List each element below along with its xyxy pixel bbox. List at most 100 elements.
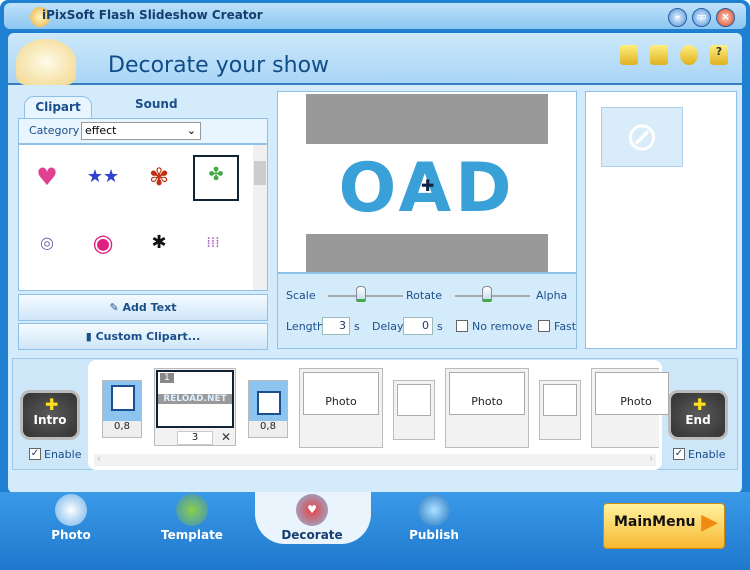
slide-duration[interactable]: 3 <box>177 431 213 445</box>
rotate-slider[interactable] <box>455 295 530 297</box>
transition-1-duration: 0,8 <box>103 421 141 437</box>
photo-placeholder[interactable]: Photo <box>299 368 383 448</box>
transition-2-duration: 0,8 <box>249 421 287 437</box>
add-text-label: Add Text <box>122 301 177 314</box>
photo-placeholder[interactable]: Photo <box>591 368 669 448</box>
length-input[interactable]: 3 <box>322 317 350 335</box>
tab-clipart[interactable]: Clipart <box>24 96 92 118</box>
category-select[interactable]: effect ⌄ <box>81 122 201 140</box>
transition-1[interactable]: 0,8 <box>102 380 142 438</box>
clipart-ant[interactable]: ✱ <box>141 225 177 261</box>
save-icon[interactable] <box>650 45 668 65</box>
delay-label: Delay <box>372 320 404 333</box>
flower-logo-icon <box>16 39 76 85</box>
clipart-confetti[interactable]: ✤ <box>193 155 239 201</box>
clipart-scrollbar[interactable] <box>253 145 267 290</box>
clipart-lips[interactable]: ◉ <box>85 225 121 261</box>
heart-nav-icon[interactable]: ♥ <box>296 494 328 526</box>
folder-icon[interactable] <box>620 45 638 65</box>
intro-button[interactable]: ✚ Intro <box>20 390 80 440</box>
intro-label: Intro <box>33 413 67 427</box>
move-cursor-icon: ✚ <box>421 176 435 195</box>
plus-icon: ✚ <box>45 395 59 414</box>
close-button[interactable]: × <box>716 8 735 27</box>
maximize-button[interactable]: ▭ <box>692 8 711 27</box>
clipart-heart[interactable]: ♥ <box>29 159 65 195</box>
no-remove-label: No remove <box>472 320 533 333</box>
category-label: Category <box>29 124 80 137</box>
slide-strip: 0,8 1 RELOAD.NET 3 ✕ 0,8 Photo Photo Phot… <box>88 360 669 470</box>
page-title: Decorate your show <box>108 53 330 78</box>
transition-2[interactable]: 0,8 <box>248 380 288 438</box>
publish-nav-icon[interactable] <box>418 494 450 526</box>
scale-label: Scale <box>286 289 316 302</box>
main-menu-label: MainMenu <box>614 514 696 530</box>
pencil-icon: ✎ <box>109 301 123 314</box>
rotate-slider-thumb[interactable] <box>482 286 492 302</box>
transition-placeholder[interactable] <box>393 380 435 440</box>
scroll-left-icon[interactable]: ‹ <box>97 454 101 464</box>
window-title: iPixSoft Flash Slideshow Creator <box>42 8 263 22</box>
arrow-right-icon: ▶ <box>701 510 718 535</box>
template-nav-icon[interactable] <box>176 494 208 526</box>
clipart-ring[interactable]: ◎ <box>29 225 65 261</box>
slide-number: 1 <box>160 373 174 383</box>
fast-label: Fast <box>554 320 576 333</box>
clipart-butterfly[interactable]: ✾ <box>141 159 177 195</box>
transition-placeholder[interactable] <box>539 380 581 440</box>
no-remove-checkbox[interactable] <box>456 320 468 332</box>
slide-thumbnail-caption: RELOAD.NET <box>158 394 232 404</box>
add-text-button[interactable]: ✎ Add Text <box>18 294 268 321</box>
delay-input[interactable]: 0 <box>403 317 433 335</box>
custom-clipart-button[interactable]: ▮ Custom Clipart... <box>18 323 268 350</box>
photo-placeholder[interactable]: Photo <box>445 368 529 448</box>
preview-panel: OAD ✚ <box>277 91 577 273</box>
main-menu-button[interactable]: MainMenu ▶ <box>603 503 725 549</box>
app-window: iPixSoft Flash Slideshow Creator – ▭ × D… <box>0 0 750 570</box>
user-icon[interactable] <box>680 45 698 65</box>
clipart-stars[interactable]: ★★ <box>85 159 121 195</box>
fast-checkbox[interactable] <box>538 320 550 332</box>
photo-nav-icon[interactable] <box>55 494 87 526</box>
help-icon[interactable]: ? <box>710 45 728 65</box>
alpha-label: Alpha <box>536 289 568 302</box>
photo-placeholder-label: Photo <box>595 372 669 415</box>
tab-sound[interactable]: Sound <box>135 97 178 111</box>
nav-decorate[interactable]: Decorate <box>272 528 352 542</box>
category-value: effect <box>85 124 117 137</box>
length-unit: s <box>354 320 360 333</box>
photo-placeholder-label: Photo <box>303 372 379 415</box>
chevron-down-icon: ⌄ <box>186 124 196 137</box>
clipart-controls: Scale Rotate Alpha Length 3 s Delay 0 s … <box>277 273 577 349</box>
nav-publish[interactable]: Publish <box>394 528 474 542</box>
delay-unit: s <box>437 320 443 333</box>
minimize-button[interactable]: – <box>668 8 687 27</box>
no-image-icon: ⊘ <box>601 107 683 167</box>
end-enable-checkbox[interactable]: ✓ <box>673 448 685 460</box>
custom-clipart-label: Custom Clipart... <box>95 330 201 343</box>
scroll-right-icon[interactable]: › <box>649 454 653 464</box>
strip-scrollbar[interactable]: ‹ › <box>94 454 656 466</box>
intro-enable-label: Enable <box>44 448 82 461</box>
photo-placeholder-label: Photo <box>449 372 525 415</box>
title-bar: iPixSoft Flash Slideshow Creator – ▭ × <box>4 3 746 29</box>
page-header: Decorate your show ? <box>8 33 742 85</box>
clipart-file-icon: ▮ <box>85 330 96 343</box>
plus-icon: ✚ <box>693 395 707 414</box>
slide-1[interactable]: 1 RELOAD.NET 3 ✕ <box>154 368 236 446</box>
end-enable-label: Enable <box>688 448 726 461</box>
clipart-grid: ♥ ★★ ✾ ✤ ◎ ◉ ✱ ⁞⁞⁞ <box>18 144 268 291</box>
delete-slide-icon[interactable]: ✕ <box>221 430 231 444</box>
scale-slider-thumb[interactable] <box>356 286 366 302</box>
properties-panel: ⊘ <box>585 91 737 349</box>
preview-canvas[interactable]: OAD ✚ <box>306 94 548 272</box>
category-bar: Category effect ⌄ <box>18 118 268 144</box>
length-label: Length <box>286 320 324 333</box>
clipart-drops[interactable]: ⁞⁞⁞ <box>195 225 231 261</box>
rotate-label: Rotate <box>406 289 443 302</box>
nav-template[interactable]: Template <box>152 528 232 542</box>
nav-photo[interactable]: Photo <box>31 528 111 542</box>
intro-enable-checkbox[interactable]: ✓ <box>29 448 41 460</box>
end-label: End <box>685 413 711 427</box>
end-button[interactable]: ✚ End <box>668 390 728 440</box>
